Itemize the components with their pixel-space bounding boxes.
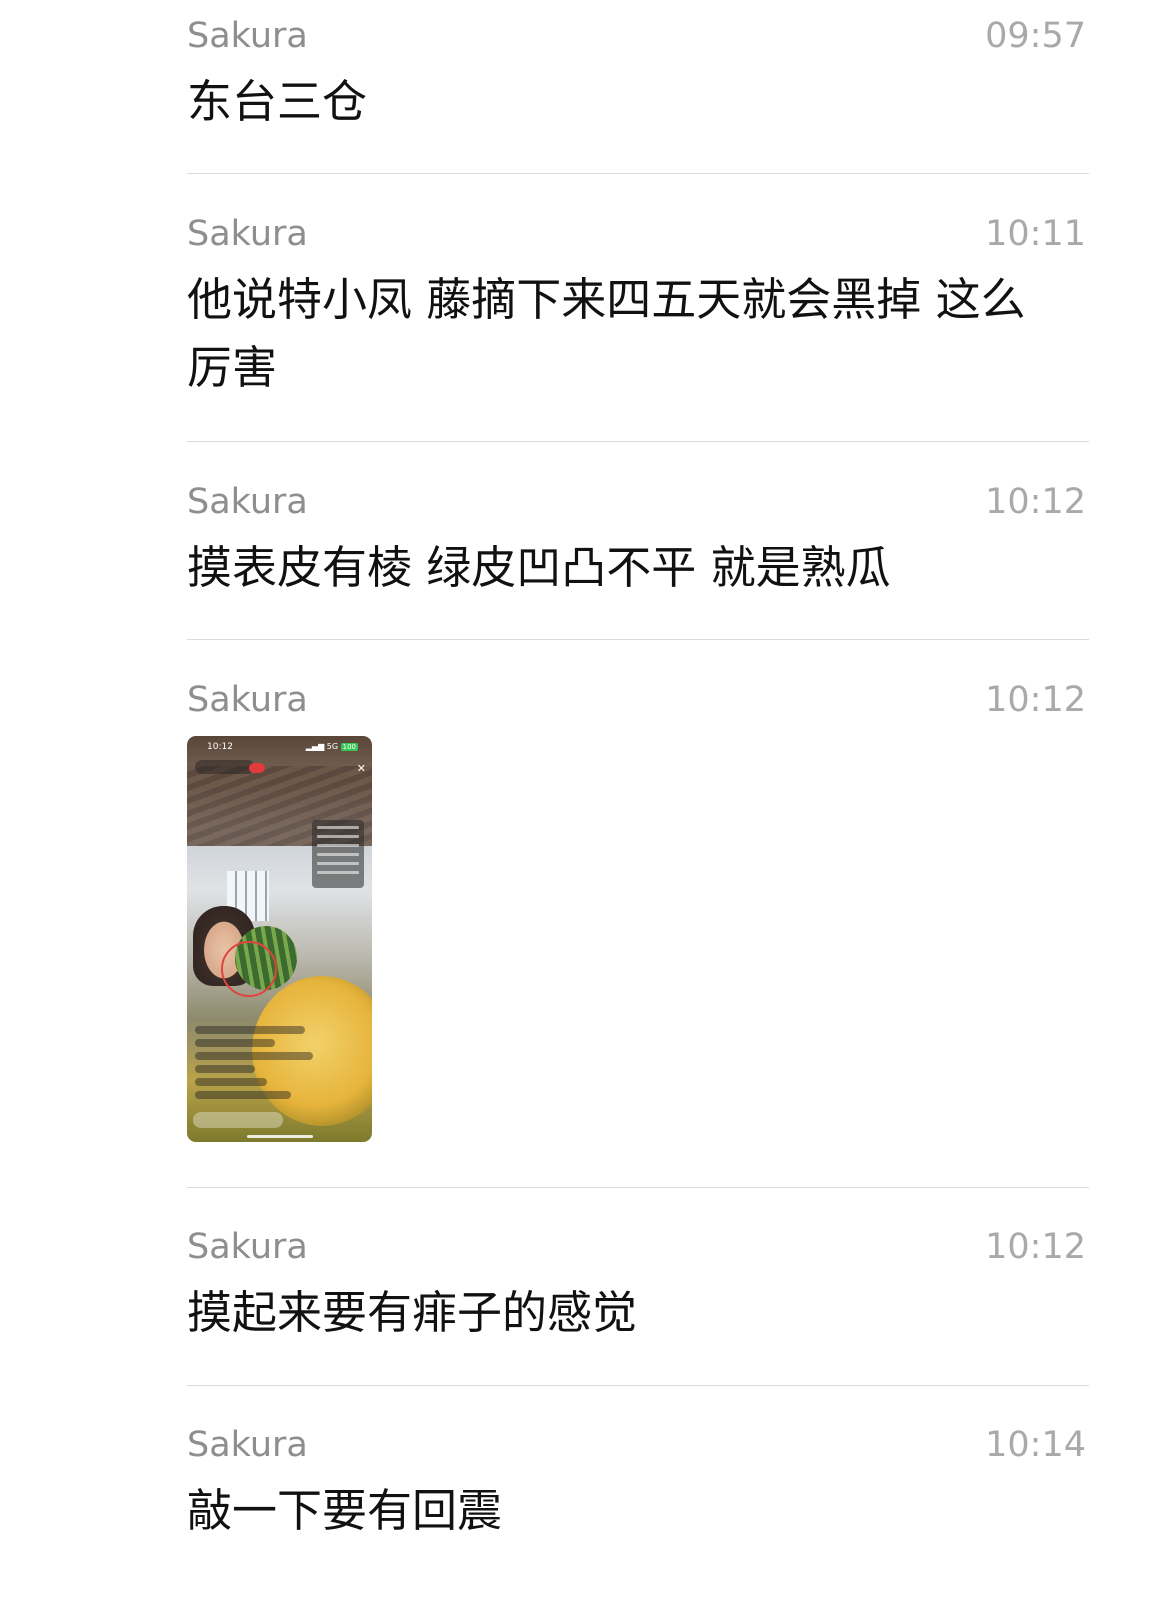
message-item[interactable]: Sakura 10:14 敲一下要有回震 xyxy=(187,1425,1089,1545)
image-comments xyxy=(195,1026,315,1104)
message-text: 敲一下要有回震 xyxy=(187,1484,503,1537)
image-highlight-circle xyxy=(221,941,277,997)
sender-name: Sakura xyxy=(187,1227,308,1267)
message-time: 10:14 xyxy=(985,1425,1086,1465)
message-item[interactable]: Sakura 10:12 摸表皮有棱 绿皮凹凸不平 就是熟瓜 xyxy=(187,482,1089,602)
signal-icon: ▂▄▆ xyxy=(305,742,325,751)
message-item[interactable]: Sakura 10:12 摸起来要有痱子的感觉 xyxy=(187,1227,1089,1347)
image-home-indicator xyxy=(247,1135,313,1138)
message-text: 他说特小凤 藤摘下来四五天就会黑掉 这么厉害 xyxy=(187,273,1026,394)
sender-name: Sakura xyxy=(187,680,308,720)
battery-icon: 100 xyxy=(340,743,358,751)
message-divider xyxy=(187,173,1089,174)
message-text: 摸起来要有痱子的感觉 xyxy=(187,1286,638,1339)
message-divider xyxy=(187,1385,1089,1386)
message-time: 09:57 xyxy=(985,16,1086,56)
message-divider xyxy=(187,1187,1089,1188)
message-divider xyxy=(187,441,1089,442)
message-item[interactable]: Sakura 09:57 东台三仓 xyxy=(187,16,1089,136)
sender-name: Sakura xyxy=(187,482,308,522)
close-icon: ✕ xyxy=(356,762,366,775)
message-time: 10:12 xyxy=(985,1227,1086,1267)
message-time: 10:12 xyxy=(985,680,1086,720)
image-streamer-badge xyxy=(195,760,255,774)
image-info-panel xyxy=(312,820,364,888)
image-status-time: 10:12 xyxy=(207,742,233,752)
image-red-pill xyxy=(249,763,265,773)
message-item[interactable]: Sakura 10:12 ✕ 10:12 ▂▄▆ 5G 100 xyxy=(187,680,1089,1150)
sender-name: Sakura xyxy=(187,1425,308,1465)
message-item[interactable]: Sakura 10:11 他说特小凤 藤摘下来四五天就会黑掉 这么厉害 xyxy=(187,214,1089,404)
image-input-bar xyxy=(193,1112,283,1128)
message-text: 摸表皮有棱 绿皮凹凸不平 就是熟瓜 xyxy=(187,541,891,594)
image-thumbnail[interactable]: ✕ 10:12 ▂▄▆ 5G 100 xyxy=(187,736,372,1142)
message-divider xyxy=(187,639,1089,640)
message-time: 10:11 xyxy=(985,214,1086,254)
image-status-right: ▂▄▆ 5G 100 xyxy=(306,742,358,751)
sender-name: Sakura xyxy=(187,214,308,254)
message-text: 东台三仓 xyxy=(187,75,368,128)
sender-name: Sakura xyxy=(187,16,308,56)
image-signal: 5G xyxy=(326,742,339,751)
message-time: 10:12 xyxy=(985,482,1086,522)
